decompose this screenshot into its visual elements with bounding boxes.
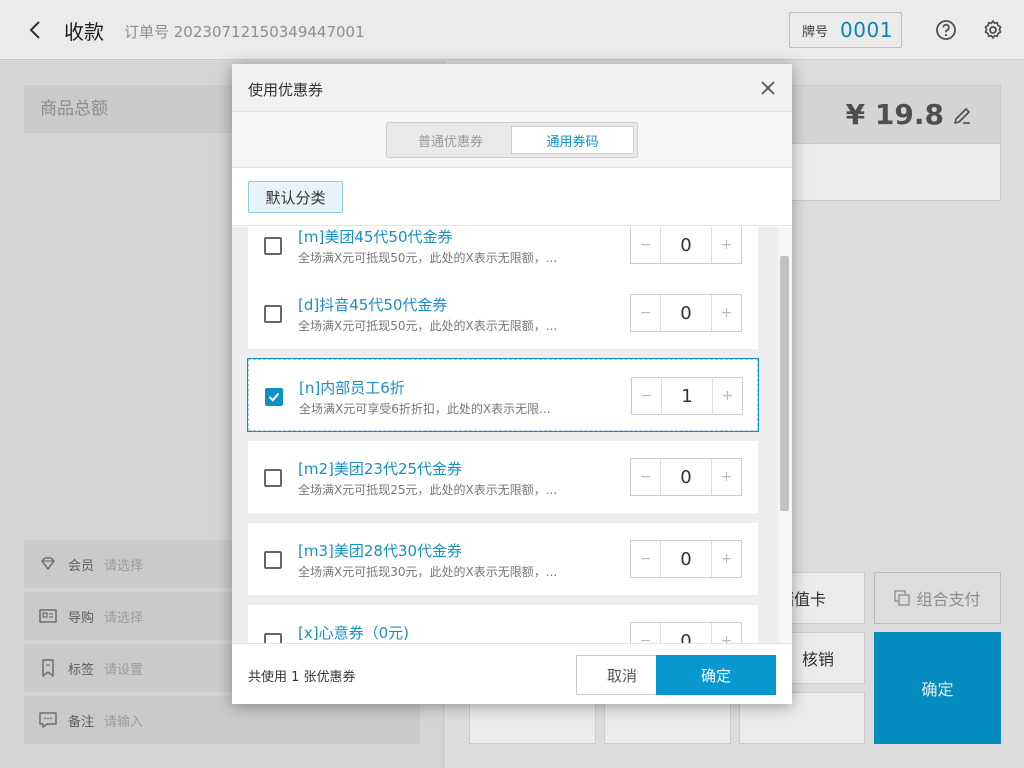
increment-button[interactable]: +: [711, 227, 741, 263]
decrement-button[interactable]: −: [631, 623, 661, 643]
increment-button[interactable]: +: [711, 459, 741, 495]
coupon-name: [n]内部员工6折: [299, 379, 405, 397]
close-icon[interactable]: [760, 80, 776, 96]
dialog-title: 使用优惠券: [248, 81, 324, 99]
coupon-name: [d]抖音45代50代金券: [298, 296, 448, 314]
category-area: 默认分类: [232, 168, 792, 226]
coupon-item[interactable]: [m3]美团28代30代金券全场满X元可抵现30元，此处的X表示无限额，... −…: [248, 523, 758, 595]
quantity-value[interactable]: 0: [661, 623, 711, 644]
scrollbar-thumb[interactable]: [780, 256, 789, 511]
coupon-item[interactable]: [m]美团45代50代金券全场满X元可抵现50元，此处的X表示无限额，... −0…: [248, 227, 758, 281]
quantity-value[interactable]: 1: [662, 378, 712, 414]
coupon-checkbox[interactable]: [264, 469, 282, 487]
quantity-value[interactable]: 0: [661, 541, 711, 577]
category-default-button[interactable]: 默认分类: [248, 181, 343, 213]
quantity-stepper: −1 +: [631, 377, 743, 415]
quantity-value[interactable]: 0: [661, 227, 711, 263]
cancel-button[interactable]: 取消: [576, 655, 668, 695]
coupon-item[interactable]: [m2]美团23代25代金券全场满X元可抵现25元，此处的X表示无限额，... −…: [248, 441, 758, 513]
quantity-value[interactable]: 0: [661, 459, 711, 495]
coupon-count-text: 共使用 1 张优惠券: [248, 670, 356, 685]
coupon-desc: 全场满X元可抵现25元，此处的X表示无限额，...: [298, 483, 558, 497]
check-icon: [268, 392, 280, 402]
quantity-value[interactable]: 0: [661, 295, 711, 331]
coupon-desc: 全场满X元可抵现30元，此处的X表示无限额，...: [298, 565, 558, 579]
coupon-name: [m3]美团28代30代金券: [298, 542, 463, 560]
coupon-type-tabs: 普通优惠券 通用券码: [386, 122, 638, 158]
coupon-checkbox[interactable]: [264, 633, 282, 643]
ok-button[interactable]: 确定: [656, 655, 776, 695]
decrement-button[interactable]: −: [631, 459, 661, 495]
coupon-name: [m2]美团23代25代金券: [298, 460, 463, 478]
decrement-button[interactable]: −: [632, 378, 662, 414]
coupon-list[interactable]: [m]美团45代50代金券 全场满X元可抵现50元，此处的X表示无限额，... −0…: [232, 227, 792, 643]
tab-universal-code[interactable]: 通用券码: [511, 126, 634, 154]
dialog-footer: 共使用 1 张优惠券 取消 确定: [232, 643, 792, 704]
increment-button[interactable]: +: [712, 378, 742, 414]
quantity-stepper: −0 +: [630, 622, 742, 643]
coupon-name: [x]心意券（0元): [298, 624, 409, 642]
coupon-desc: 全场满X元可抵现50元，此处的X表示无限额，...: [298, 319, 558, 333]
increment-button[interactable]: +: [711, 623, 741, 643]
increment-button[interactable]: +: [711, 541, 741, 577]
coupon-checkbox[interactable]: [264, 237, 282, 255]
decrement-button[interactable]: −: [631, 295, 661, 331]
quantity-stepper: −0 +: [630, 294, 742, 332]
coupon-item[interactable]: [d]抖音45代50代金券全场满X元可抵现50元，此处的X表示无限额，... −0…: [248, 277, 758, 349]
coupon-dialog: 使用优惠券 普通优惠券 通用券码 默认分类 [m]美团45代50代金券全场满X元…: [232, 64, 792, 704]
dialog-header: 使用优惠券: [232, 64, 792, 112]
coupon-item[interactable]: [n]内部员工6折全场满X元可享受6折折扣，此处的X表示无限... −1 +: [247, 358, 759, 432]
coupon-desc: 全场满X元可抵现50元，此处的X表示无限额，...: [298, 251, 558, 265]
coupon-desc: 全场满X元可享受6折折扣，此处的X表示无限...: [299, 402, 551, 416]
increment-button[interactable]: +: [711, 295, 741, 331]
coupon-tabs-area: 普通优惠券 通用券码: [232, 112, 792, 168]
quantity-stepper: −0 +: [630, 227, 742, 264]
quantity-stepper: −0 +: [630, 458, 742, 496]
tab-normal-coupon[interactable]: 普通优惠券: [390, 126, 511, 154]
quantity-stepper: −0 +: [630, 540, 742, 578]
coupon-item[interactable]: [x]心意券（0元) −0 +: [248, 605, 758, 643]
decrement-button[interactable]: −: [631, 541, 661, 577]
coupon-checkbox[interactable]: [264, 551, 282, 569]
coupon-checkbox[interactable]: [264, 305, 282, 323]
decrement-button[interactable]: −: [631, 227, 661, 263]
coupon-checkbox[interactable]: [265, 388, 283, 406]
coupon-name: [m]美团45代50代金券: [298, 228, 453, 246]
